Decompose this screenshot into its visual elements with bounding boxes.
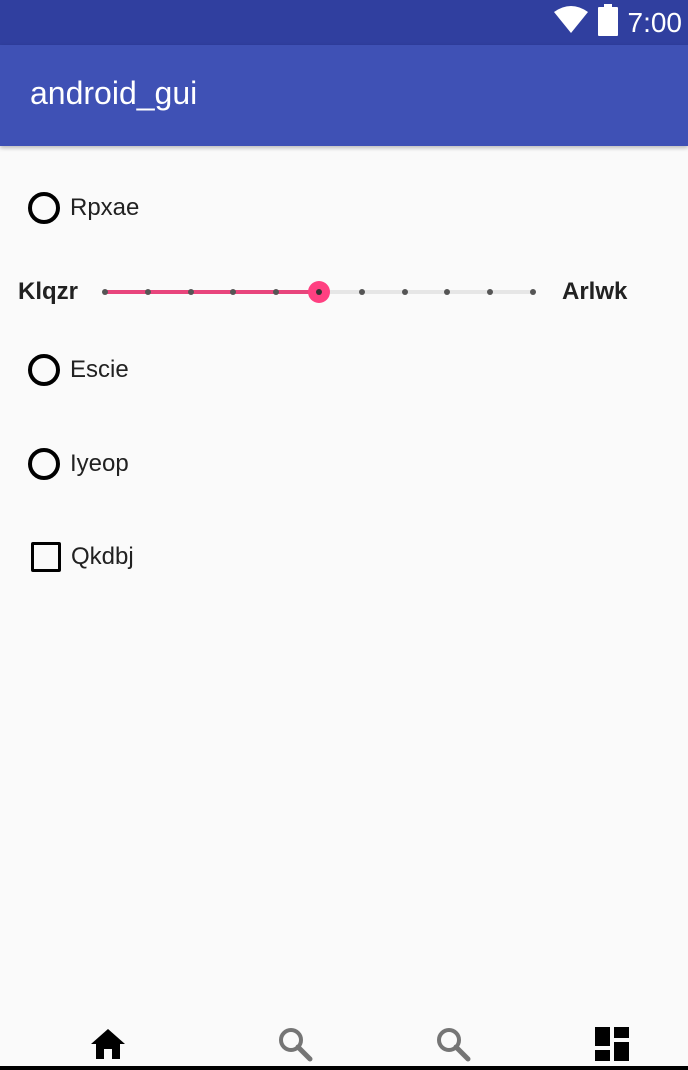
- slider-min-label: Klqzr: [18, 278, 78, 305]
- home-icon[interactable]: [88, 1024, 128, 1064]
- slider-tick: [401, 289, 408, 295]
- app-bar: android_gui: [0, 45, 688, 146]
- slider[interactable]: Klqzr Arlwk: [0, 272, 688, 312]
- radio-label: Iyeop: [70, 450, 129, 477]
- slider-thumb[interactable]: [308, 281, 330, 303]
- slider-tick: [358, 289, 365, 295]
- checkbox[interactable]: [31, 542, 61, 572]
- slider-tick: [444, 289, 451, 295]
- content-area: Rpxae Klqzr Arlwk Escie Iyeop Qkdbj: [0, 146, 688, 1016]
- slider-tick: [187, 289, 194, 295]
- search-icon[interactable]: [433, 1024, 473, 1064]
- status-bar: 7:00: [0, 0, 688, 45]
- slider-max-label: Arlwk: [562, 278, 628, 305]
- status-time: 7:00: [627, 7, 683, 38]
- slider-track-fill: [105, 290, 319, 294]
- battery-icon: [597, 4, 618, 41]
- dashboard-icon[interactable]: [592, 1024, 632, 1064]
- radio-option-iyeop[interactable]: Iyeop: [28, 448, 129, 480]
- checkbox-option-qkdbj[interactable]: Qkdbj: [28, 542, 134, 572]
- slider-tick: [102, 289, 108, 295]
- radio-label: Rpxae: [70, 194, 140, 221]
- slider-tick: [487, 289, 494, 295]
- slider-tick: [230, 289, 237, 295]
- system-navbar-edge: [0, 1066, 688, 1070]
- radio-option-escie[interactable]: Escie: [28, 354, 129, 386]
- wifi-icon: [553, 6, 588, 39]
- bottom-navigation: [0, 1016, 688, 1066]
- radio-label: Escie: [70, 356, 129, 383]
- slider-tick: [530, 289, 536, 295]
- radio-option-rpxae[interactable]: Rpxae: [28, 192, 139, 224]
- radio-button[interactable]: [28, 448, 60, 480]
- slider-tick: [273, 289, 280, 295]
- slider-tick: [144, 289, 151, 295]
- app-title: android_gui: [30, 75, 198, 111]
- radio-button[interactable]: [28, 354, 60, 386]
- checkbox-label: Qkdbj: [71, 543, 134, 570]
- radio-button[interactable]: [28, 192, 60, 224]
- search-icon[interactable]: [275, 1024, 315, 1064]
